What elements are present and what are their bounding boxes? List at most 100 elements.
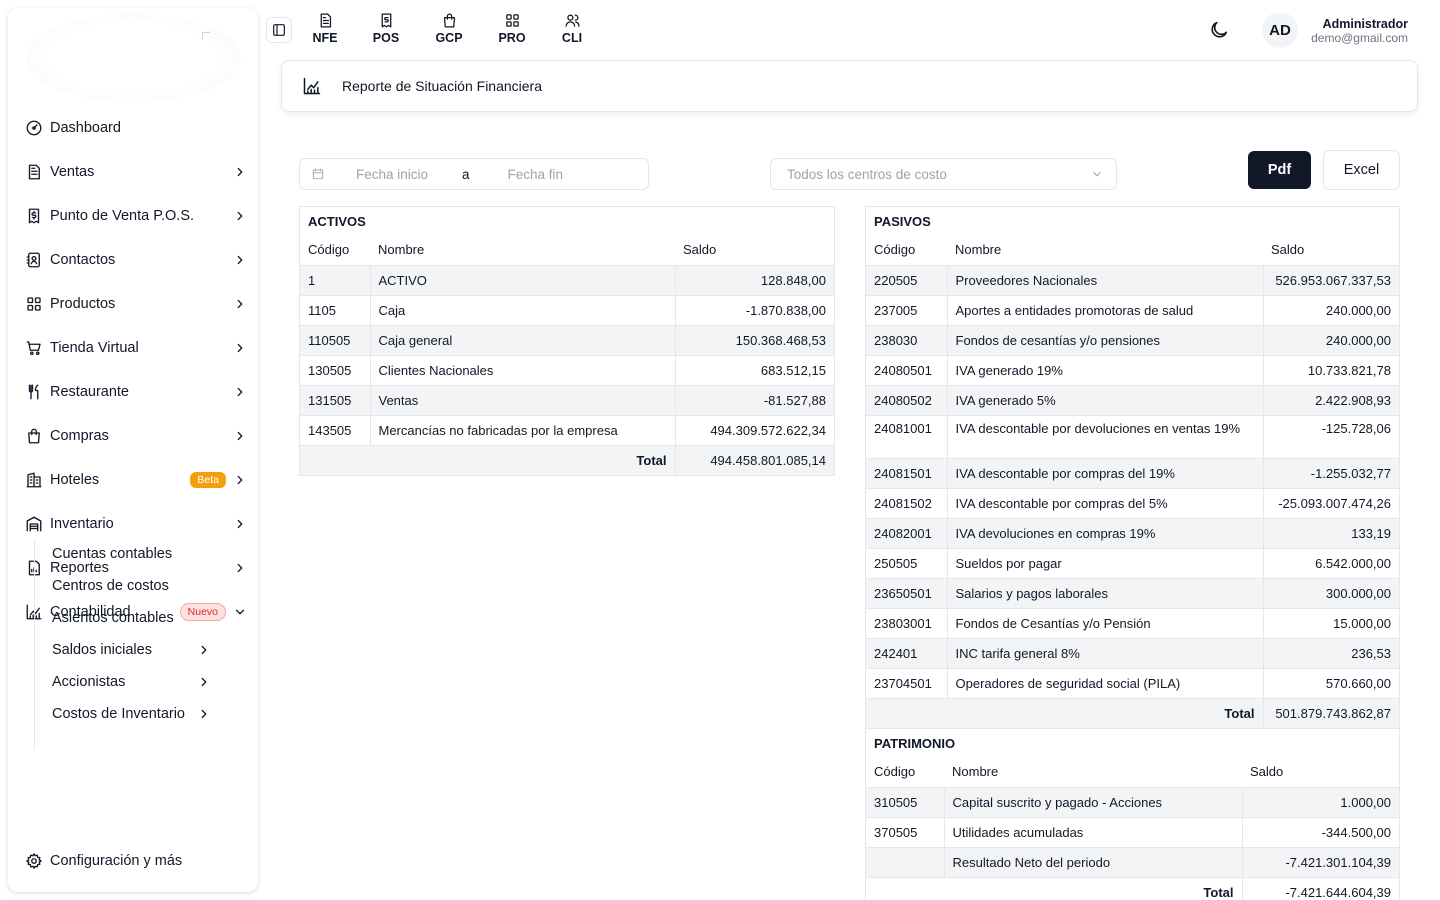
cell-balance: 526.953.067.337,53	[1262, 264, 1399, 295]
submenu-item-centros-de-costos[interactable]: Centros de costos	[52, 574, 212, 598]
settings-link[interactable]: Configuración y más	[24, 846, 182, 876]
submenu-item-accionistas[interactable]: Accionistas	[52, 670, 212, 694]
submenu-item-saldos-iniciales[interactable]: Saldos iniciales	[52, 638, 212, 662]
cell-code: 250505	[866, 547, 947, 578]
total-value: 494.458.801.085,14	[674, 444, 834, 475]
sidebar-toggle-button[interactable]	[266, 17, 292, 43]
table-row: 131505 Ventas -81.527,88	[300, 384, 834, 415]
cell-code: 237005	[866, 294, 947, 325]
cell-code: 24081502	[866, 487, 947, 518]
contabilidad-submenu: Cuentas contables Centros de costos Asie…	[34, 540, 244, 750]
sidebar-item-compras[interactable]: Compras	[24, 421, 248, 451]
quick-link-pos[interactable]: POS	[366, 12, 406, 50]
activos-table: ACTIVOS Código Nombre Saldo 1 ACTIVO 128.8…	[299, 206, 835, 476]
quick-link-pro[interactable]: PRO	[492, 12, 532, 50]
grid-icon	[505, 14, 519, 27]
cell-balance: 570.660,00	[1262, 667, 1399, 698]
cell-name: Sueldos por pagar	[946, 547, 1263, 578]
contacts-icon	[24, 250, 44, 270]
cell-name: Utilidades acumuladas	[943, 816, 1242, 847]
cell-balance: 683.512,15	[674, 354, 834, 385]
quick-link-gcp[interactable]: GCP	[429, 12, 469, 50]
table-row: 250505 Sueldos por pagar 6.542.000,00	[866, 547, 1399, 578]
submenu-item-label: Cuentas contables	[52, 546, 173, 562]
quick-link-label: CLI	[561, 31, 583, 45]
patrimonio-table: PATRIMONIO Código Nombre Saldo 310505 Cap…	[865, 728, 1400, 900]
gear-icon	[24, 851, 44, 871]
sidebar-item-restaurante[interactable]: Restaurante	[24, 377, 248, 407]
date-end-input[interactable]: Fecha fin	[508, 167, 564, 182]
total-value: 501.879.743.862,87	[1262, 697, 1399, 728]
table-row: 242401 INC tarifa general 8% 236,53	[866, 637, 1399, 668]
sidebar-item-ventas[interactable]: Ventas	[24, 157, 248, 187]
cell-code: 1105	[300, 294, 370, 325]
chevron-right-icon	[196, 642, 212, 658]
cell-name: Mercancías no fabricadas por la empresa	[369, 414, 675, 445]
dark-mode-toggle[interactable]	[1208, 19, 1230, 41]
table-row: 310505 Capital suscrito y pagado - Accion…	[866, 786, 1399, 817]
table-row: 24080502 IVA generado 5% 2.422.908,93	[866, 384, 1399, 415]
sidebar-item-inventario[interactable]: Inventario	[24, 509, 248, 539]
cell-name: Clientes Nacionales	[369, 354, 675, 385]
cell-code: 370505	[866, 816, 944, 847]
panel-icon	[273, 24, 285, 36]
column-header: Nombre	[955, 242, 1002, 258]
submenu-item-label: Saldos iniciales	[52, 642, 152, 658]
submenu-item-label: Centros de costos	[52, 578, 169, 594]
sidebar-item-dashboard[interactable]: Dashboard	[24, 113, 248, 143]
cell-balance: 133,19	[1262, 517, 1399, 548]
submenu-item-cuentas-contables[interactable]: Cuentas contables	[52, 542, 212, 566]
avatar[interactable]: AD	[1262, 12, 1298, 48]
document-icon	[320, 13, 331, 28]
cart-icon	[24, 338, 44, 358]
sidebar-item-label: Contactos	[50, 252, 116, 268]
sidebar-item-contactos[interactable]: Contactos	[24, 245, 248, 275]
cell-code: 238030	[866, 324, 947, 355]
sidebar-item-label: Punto de Venta P.O.S.	[50, 208, 195, 224]
quick-link-cli[interactable]: CLI	[552, 12, 592, 50]
sidebar-item-label: Productos	[50, 296, 116, 312]
cell-name: Salarios y pagos laborales	[946, 577, 1263, 608]
moon-icon	[1211, 21, 1228, 38]
cost-center-select[interactable]: Todos los centros de costo	[770, 158, 1117, 190]
sidebar-item-productos[interactable]: Productos	[24, 289, 248, 319]
sidebar-item-hoteles[interactable]: Hoteles Beta	[24, 465, 248, 495]
column-header: Código	[874, 242, 916, 258]
total-label: Total	[866, 876, 1242, 900]
submenu-item-costos-de-inventario[interactable]: Costos de Inventario	[52, 702, 212, 726]
sidebar: Dashboard Ventas Punto de Venta P.O.S. C…	[8, 8, 258, 892]
users-icon	[564, 14, 580, 27]
cell-balance: -344.500,00	[1241, 816, 1399, 847]
cell-name: IVA descontable por devoluciones en vent…	[946, 414, 1263, 458]
table-row: 23803001 Fondos de Cesantías y/o Pensión 1…	[866, 607, 1399, 638]
total-row: Total -7.421.644.604,39	[866, 876, 1399, 900]
export-pdf-button[interactable]: Pdf	[1248, 151, 1311, 189]
export-excel-button[interactable]: Excel	[1323, 150, 1400, 190]
table-row: 24080501 IVA generado 19% 10.733.821,78	[866, 354, 1399, 385]
sidebar-item-pos[interactable]: Punto de Venta P.O.S.	[24, 201, 248, 231]
date-start-input[interactable]: Fecha inicio	[356, 167, 456, 182]
date-range-picker[interactable]: Fecha inicio a Fecha fin	[299, 158, 649, 190]
chevron-right-icon	[232, 384, 248, 400]
cell-code: 24080502	[866, 384, 947, 415]
cell-name: IVA devoluciones en compras 19%	[946, 517, 1263, 548]
company-logo[interactable]	[26, 14, 241, 102]
total-value: -7.421.644.604,39	[1241, 876, 1399, 900]
sidebar-item-tienda-virtual[interactable]: Tienda Virtual	[24, 333, 248, 363]
table-row: 24082001 IVA devoluciones en compras 19% 1…	[866, 517, 1399, 548]
cell-name: Ventas	[369, 384, 675, 415]
cell-name: INC tarifa general 8%	[946, 637, 1263, 668]
calendar-icon	[312, 168, 324, 180]
chevron-right-icon	[232, 252, 248, 268]
cell-balance: -1.870.838,00	[674, 294, 834, 325]
sidebar-item-label: Dashboard	[50, 120, 121, 136]
quick-link-label: NFE	[312, 31, 338, 45]
quick-link-nfe[interactable]: NFE	[305, 12, 345, 50]
cell-code: 24081001	[866, 414, 947, 458]
chevron-right-icon	[232, 296, 248, 312]
cell-code: 130505	[300, 354, 370, 385]
cell-code: 242401	[866, 637, 947, 668]
submenu-item-asientos-contables[interactable]: Asientos contables	[52, 606, 212, 630]
cell-name: Operadores de seguridad social (PILA)	[946, 667, 1263, 698]
shopping-bag-icon	[24, 426, 44, 446]
